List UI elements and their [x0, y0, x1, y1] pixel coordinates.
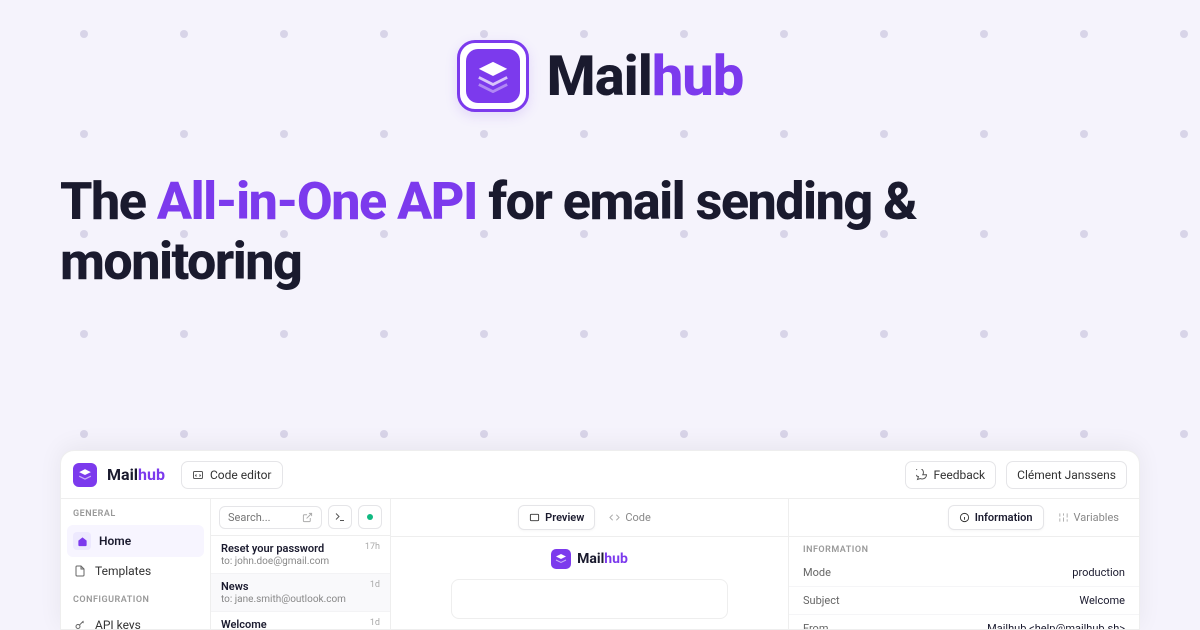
- layers-icon: [476, 59, 510, 93]
- terminal-icon: [334, 511, 346, 523]
- app-shell: Mailhub Code editor Feedback Clément Jan…: [60, 450, 1140, 630]
- info-icon: [959, 512, 970, 523]
- info-val: production: [1072, 566, 1125, 579]
- user-menu-button[interactable]: Clément Janssens: [1006, 461, 1127, 489]
- list-item-title: Welcome: [221, 618, 370, 630]
- info-row-from: From Mailhub <help@mailhub.sh>: [789, 615, 1139, 630]
- info-row-subject: Subject Welcome: [789, 587, 1139, 615]
- eye-icon: [529, 512, 540, 523]
- chat-icon: [916, 469, 928, 481]
- tab-preview[interactable]: Preview: [518, 505, 595, 530]
- list-item-title: News: [221, 580, 370, 593]
- info-row-mode: Mode production: [789, 559, 1139, 587]
- code-editor-button[interactable]: Code editor: [181, 461, 283, 489]
- code-icon: [609, 512, 620, 523]
- new-window-icon: [302, 512, 313, 523]
- sidebar-item-label: API keys: [95, 618, 141, 630]
- layers-icon: [78, 468, 92, 482]
- hero-headline: The All-in-One API for email sending & m…: [0, 112, 1200, 292]
- wordmark-mail: Mail: [547, 43, 652, 109]
- terminal-button[interactable]: [328, 505, 352, 529]
- code-icon: [192, 469, 204, 481]
- info-panel: Information Variables INFORMATION Mode p…: [789, 499, 1139, 629]
- info-section-label: INFORMATION: [789, 537, 1139, 559]
- preview-brand: Mailhub: [551, 549, 628, 569]
- sidebar-item-apikeys[interactable]: API keys: [61, 611, 210, 630]
- status-dot-icon: [367, 514, 373, 520]
- sidebar-item-templates[interactable]: Templates: [61, 557, 210, 585]
- topbar-brand: Mailhub: [107, 465, 165, 484]
- key-icon: [73, 618, 87, 630]
- preview-panel: Preview Code Mailhub: [391, 499, 789, 629]
- template-icon: [73, 564, 87, 578]
- info-key: Subject: [803, 594, 840, 607]
- list-item-time: 1d: [370, 580, 380, 590]
- info-val: Welcome: [1079, 594, 1125, 607]
- tab-code[interactable]: Code: [599, 505, 660, 530]
- search-input[interactable]: [219, 506, 322, 529]
- home-icon: [73, 532, 91, 550]
- sidebar-item-label: Home: [99, 534, 131, 548]
- list-item[interactable]: Welcome to: michael.brown@yahoo.com 1d: [211, 612, 390, 630]
- list-item-time: 1d: [370, 618, 380, 628]
- list-item-recipient: to: jane.smith@outlook.com: [221, 594, 370, 605]
- sidebar-item-home[interactable]: Home: [67, 525, 204, 557]
- sidebar: GENERAL Home Templates CONFIGURATION API…: [61, 499, 211, 629]
- info-key: Mode: [803, 566, 831, 579]
- sidebar-section-config: CONFIGURATION: [61, 585, 210, 611]
- list-item-recipient: to: john.doe@gmail.com: [221, 556, 365, 567]
- info-key: From: [803, 622, 828, 630]
- info-val: Mailhub <help@mailhub.sh>: [987, 622, 1125, 630]
- list-item-time: 17h: [365, 542, 380, 552]
- preview-content-card: [451, 579, 729, 619]
- topbar: Mailhub Code editor Feedback Clément Jan…: [61, 451, 1139, 499]
- list-item[interactable]: News to: jane.smith@outlook.com 1d: [211, 574, 390, 612]
- status-indicator: [358, 505, 382, 529]
- tab-variables[interactable]: Variables: [1048, 505, 1130, 530]
- list-item-title: Reset your password: [221, 542, 365, 555]
- topbar-logo-icon: [73, 463, 97, 487]
- layers-icon: [555, 553, 567, 565]
- sidebar-section-general: GENERAL: [61, 499, 210, 525]
- hero-wordmark: Mailhub: [547, 43, 744, 109]
- feedback-button[interactable]: Feedback: [905, 461, 997, 489]
- list-item[interactable]: Reset your password to: john.doe@gmail.c…: [211, 536, 390, 574]
- sliders-icon: [1058, 512, 1069, 523]
- email-list: Reset your password to: john.doe@gmail.c…: [211, 499, 391, 629]
- tab-information[interactable]: Information: [948, 505, 1044, 530]
- wordmark-hub: hub: [652, 43, 744, 109]
- sidebar-item-label: Templates: [95, 564, 151, 578]
- hero-logo-icon: [457, 40, 529, 112]
